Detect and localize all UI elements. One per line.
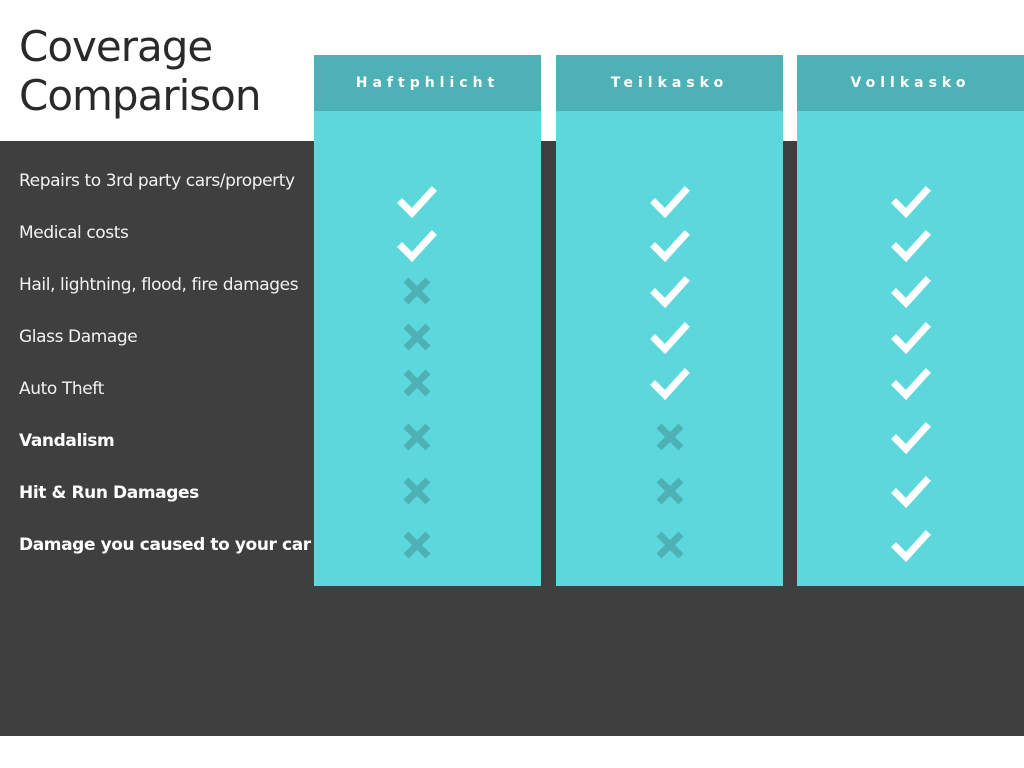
check-icon xyxy=(397,228,437,264)
check-icon xyxy=(650,228,690,264)
check-icon xyxy=(891,420,931,456)
cross-icon xyxy=(397,320,437,356)
page-title: Coverage Comparison xyxy=(19,22,261,120)
feature-label: Hit & Run Damages xyxy=(19,483,199,503)
title-line-2: Comparison xyxy=(19,71,261,120)
check-icon xyxy=(650,366,690,402)
check-icon xyxy=(891,366,931,402)
feature-label: Medical costs xyxy=(19,223,129,243)
check-icon xyxy=(891,320,931,356)
check-icon xyxy=(650,320,690,356)
feature-label: Vandalism xyxy=(19,431,115,451)
feature-label: Damage you caused to your car xyxy=(19,535,311,555)
cross-icon xyxy=(397,528,437,564)
check-icon xyxy=(891,474,931,510)
feature-label: Auto Theft xyxy=(19,379,104,399)
check-icon xyxy=(650,184,690,220)
feature-label: Hail, lightning, flood, fire damages xyxy=(19,275,299,295)
check-icon xyxy=(891,184,931,220)
check-icon xyxy=(891,228,931,264)
plan-name: Haftphlicht xyxy=(355,75,500,91)
cross-icon xyxy=(397,420,437,456)
feature-label: Glass Damage xyxy=(19,327,138,347)
check-icon xyxy=(891,528,931,564)
cross-icon xyxy=(397,366,437,402)
cross-icon xyxy=(397,274,437,310)
plan-name: Vollkasko xyxy=(850,75,971,91)
check-icon xyxy=(397,184,437,220)
plan-header: Teilkasko xyxy=(556,55,783,111)
check-icon xyxy=(891,274,931,310)
feature-label: Repairs to 3rd party cars/property xyxy=(19,171,295,191)
cross-icon xyxy=(650,420,690,456)
title-line-1: Coverage xyxy=(19,22,213,71)
plan-header: Haftphlicht xyxy=(314,55,541,111)
cross-icon xyxy=(397,474,437,510)
check-icon xyxy=(650,274,690,310)
cross-icon xyxy=(650,528,690,564)
plan-header: Vollkasko xyxy=(797,55,1024,111)
plan-name: Teilkasko xyxy=(610,75,729,91)
cross-icon xyxy=(650,474,690,510)
